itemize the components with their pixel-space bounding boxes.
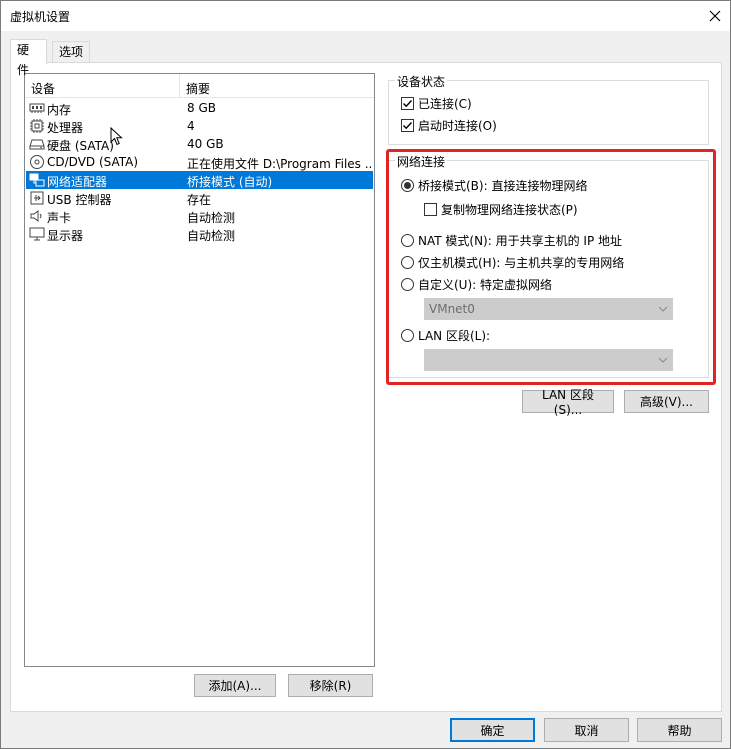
device-row-cd-dvd[interactable]: CD/DVD (SATA) 正在使用文件 D:\Program Files ..…: [26, 153, 373, 171]
add-device-button[interactable]: 添加(A)...: [194, 674, 276, 697]
replicate-state-checkbox[interactable]: 复制物理网络连接状态(P): [424, 201, 578, 218]
column-header-device[interactable]: 设备: [31, 80, 55, 97]
nat-radio[interactable]: NAT 模式(N): 用于共享主机的 IP 地址: [401, 232, 622, 249]
monitor-icon: [29, 227, 45, 241]
device-name: 显示器: [47, 229, 84, 243]
close-button[interactable]: [700, 1, 730, 31]
help-button[interactable]: 帮助: [637, 718, 722, 742]
usb-icon: [30, 191, 44, 205]
ok-button[interactable]: 确定: [450, 718, 535, 742]
device-name: 内存: [47, 103, 72, 117]
device-name: CD/DVD (SATA): [47, 155, 139, 169]
connected-label: 已连接(C): [418, 97, 472, 111]
checkmark-icon: [403, 122, 413, 130]
speaker-icon: [30, 210, 42, 222]
device-summary: 40 GB: [187, 137, 224, 151]
column-divider[interactable]: [179, 74, 180, 98]
device-row-network-adapter[interactable]: 网络适配器 桥接模式 (自动): [26, 171, 373, 189]
host-only-label: 仅主机模式(H): 与主机共享的专用网络: [418, 256, 625, 270]
lan-segment-select[interactable]: [424, 349, 673, 371]
device-name: 处理器: [47, 121, 84, 135]
replicate-state-box[interactable]: [424, 203, 437, 216]
column-header-summary[interactable]: 摘要: [186, 80, 210, 97]
host-only-radio-circle[interactable]: [401, 256, 414, 269]
title-bar[interactable]: 虚拟机设置: [1, 1, 730, 31]
tab-hardware-label: 硬件: [17, 43, 30, 77]
tab-options[interactable]: 选项: [52, 41, 90, 63]
device-status-group: 设备状态 已连接(C) 启动时连接(O): [388, 73, 709, 145]
bridged-label: 桥接模式(B): 直接连接物理网络: [418, 179, 588, 193]
replicate-state-label: 复制物理网络连接状态(P): [441, 203, 578, 217]
device-name: 网络适配器: [47, 175, 108, 189]
cd-dvd-icon: [30, 155, 44, 169]
device-row-hard-disk[interactable]: 硬盘 (SATA) 40 GB: [26, 135, 373, 153]
vmnet-select[interactable]: VMnet0: [424, 298, 673, 320]
network-connection-title: 网络连接: [395, 153, 448, 170]
lan-segment-radio[interactable]: LAN 区段(L):: [401, 327, 490, 344]
network-adapter-icon: [29, 173, 45, 187]
device-summary: 正在使用文件 D:\Program Files ...: [187, 157, 371, 171]
connected-checkbox-box[interactable]: [401, 97, 414, 110]
device-list-header: 设备 摘要: [25, 74, 374, 98]
host-only-radio[interactable]: 仅主机模式(H): 与主机共享的专用网络: [401, 254, 624, 271]
close-icon: [709, 10, 721, 22]
bridged-radio[interactable]: 桥接模式(B): 直接连接物理网络: [401, 177, 587, 194]
lan-segment-label: LAN 区段(L):: [418, 329, 491, 343]
connect-at-power-on-checkbox[interactable]: 启动时连接(O): [401, 117, 497, 134]
vmnet-select-value: VMnet0: [429, 302, 475, 316]
device-list[interactable]: 设备 摘要 内存 8 GB 处理器 4 硬盘 (SATA) 40 GB CD/D…: [24, 73, 375, 667]
chevron-down-icon: [658, 306, 668, 312]
device-row-sound-card[interactable]: 声卡 自动检测: [26, 207, 373, 225]
cpu-icon: [30, 119, 44, 133]
tab-options-label: 选项: [59, 45, 84, 59]
device-name: 硬盘 (SATA): [47, 139, 114, 153]
custom-radio[interactable]: 自定义(U): 特定虚拟网络: [401, 276, 552, 293]
connect-at-power-on-label: 启动时连接(O): [418, 119, 497, 133]
lan-segments-button[interactable]: LAN 区段(S)...: [522, 388, 614, 417]
checkmark-icon: [403, 100, 413, 108]
device-summary: 自动检测: [187, 211, 236, 225]
nat-radio-circle[interactable]: [401, 234, 414, 247]
lan-segment-radio-circle[interactable]: [401, 329, 414, 342]
custom-label: 自定义(U): 特定虚拟网络: [418, 278, 553, 292]
device-row-memory[interactable]: 内存 8 GB: [26, 99, 373, 117]
device-name: USB 控制器: [47, 193, 112, 207]
network-connection-group: 网络连接 桥接模式(B): 直接连接物理网络 复制物理网络连接状态(P) NAT…: [388, 153, 709, 378]
device-row-display[interactable]: 显示器 自动检测: [26, 225, 373, 243]
device-name: 声卡: [47, 211, 72, 225]
device-summary: 自动检测: [187, 229, 236, 243]
hardware-tab-page: 设备 摘要 内存 8 GB 处理器 4 硬盘 (SATA) 40 GB CD/D…: [10, 62, 722, 712]
tab-hardware[interactable]: 硬件: [10, 39, 47, 77]
connect-at-power-on-box[interactable]: [401, 119, 414, 132]
device-summary: 桥接模式 (自动): [187, 175, 273, 189]
device-summary: 存在: [187, 193, 212, 207]
radio-selected-dot: [404, 182, 411, 189]
chevron-down-icon: [658, 357, 668, 363]
nat-label: NAT 模式(N): 用于共享主机的 IP 地址: [418, 234, 623, 248]
device-summary: 8 GB: [187, 101, 216, 115]
window-title: 虚拟机设置: [10, 10, 71, 24]
connected-checkbox[interactable]: 已连接(C): [401, 95, 472, 112]
cancel-button[interactable]: 取消: [544, 718, 629, 742]
custom-radio-circle[interactable]: [401, 278, 414, 291]
bridged-radio-circle[interactable]: [401, 179, 414, 192]
device-row-processor[interactable]: 处理器 4: [26, 117, 373, 135]
mouse-cursor-icon: [110, 127, 123, 146]
vm-settings-window: 虚拟机设置 硬件 选项 设备 摘要 内存 8 GB 处理器 4 硬盘 (SATA…: [0, 0, 731, 749]
device-summary: 4: [187, 119, 195, 133]
advanced-button[interactable]: 高级(V)...: [624, 390, 709, 413]
device-status-title: 设备状态: [395, 73, 448, 90]
hard-disk-icon: [29, 139, 45, 150]
memory-icon: [29, 103, 45, 113]
device-row-usb-controller[interactable]: USB 控制器 存在: [26, 189, 373, 207]
remove-device-button[interactable]: 移除(R): [288, 674, 373, 697]
